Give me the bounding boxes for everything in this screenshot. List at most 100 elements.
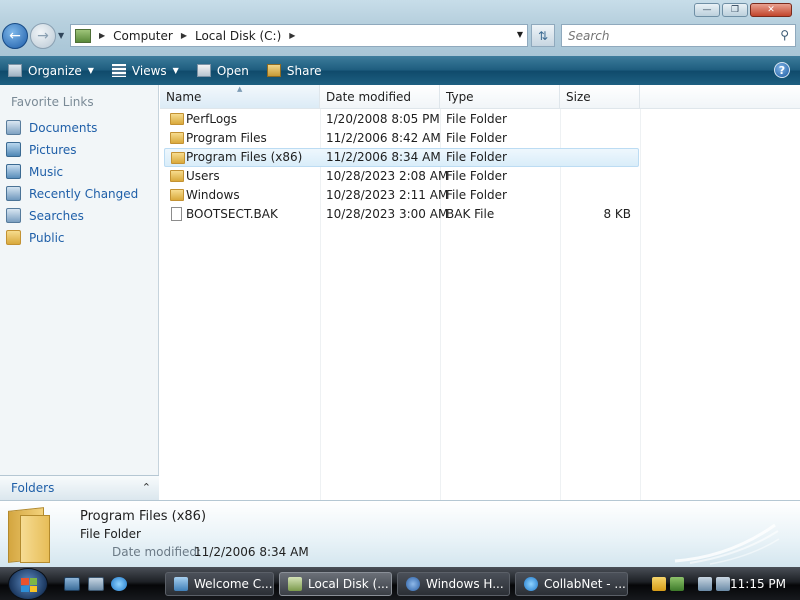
folders-toggle[interactable]: Folders ⌃ (0, 475, 159, 500)
taskbar-clock[interactable]: 11:15 PM (730, 577, 786, 591)
column-header-name[interactable]: Name ▲ (160, 85, 320, 109)
breadcrumb-chevron-icon[interactable]: ▶ (99, 31, 105, 40)
nav-link-label: Recently Changed (29, 186, 139, 201)
back-button[interactable]: ← (2, 23, 28, 49)
taskbar-item-local-disk[interactable]: Local Disk (... (279, 572, 392, 596)
open-icon (196, 64, 211, 77)
nav-link-recently-changed[interactable]: Recently Changed (6, 186, 138, 201)
address-bar-area: — ❐ ✕ ← → ▼ ▶ Computer ▶ Local Disk (C:)… (0, 0, 800, 56)
volume-muted-icon[interactable] (716, 577, 730, 591)
drive-icon (288, 577, 302, 591)
nav-link-searches[interactable]: Searches (6, 208, 84, 223)
organize-label: Organize (28, 63, 82, 78)
nav-link-music[interactable]: Music (6, 164, 63, 179)
folder-icon (171, 152, 185, 164)
file-type: File Folder (446, 112, 507, 126)
chevron-down-icon: ▼ (87, 66, 94, 75)
file-row[interactable]: Program Files 11/2/2006 8:42 AM File Fol… (164, 129, 639, 148)
show-desktop-icon[interactable] (64, 577, 80, 591)
file-row[interactable]: PerfLogs 1/20/2008 8:05 PM File Folder (164, 110, 639, 129)
details-date-label: Date modified: (112, 545, 202, 559)
organize-button[interactable]: Organize ▼ (8, 64, 94, 78)
minimize-button[interactable]: — (694, 3, 720, 17)
file-type: BAK File (446, 207, 495, 221)
search-icon[interactable]: ⚲ (780, 28, 789, 42)
switch-windows-icon[interactable] (88, 577, 104, 591)
file-row[interactable]: BOOTSECT.BAK 10/28/2023 3:00 AM BAK File… (164, 205, 639, 224)
file-name: Program Files (186, 131, 267, 145)
file-row[interactable]: Users 10/28/2023 2:08 AM File Folder (164, 167, 639, 186)
search-input[interactable] (562, 25, 767, 46)
nav-link-label: Pictures (29, 142, 77, 157)
views-label: Views (131, 63, 167, 78)
open-button[interactable]: Open (196, 64, 249, 78)
column-header-size[interactable]: Size (560, 85, 640, 109)
address-dropdown-icon[interactable]: ▼ (517, 30, 523, 39)
folder-icon (170, 189, 184, 201)
file-date: 10/28/2023 3:00 AM (326, 207, 449, 221)
column-header-type[interactable]: Type (440, 85, 560, 109)
file-type: File Folder (446, 131, 507, 145)
breadcrumb-computer[interactable]: Computer (113, 29, 173, 43)
details-name: Program Files (x86) (80, 509, 207, 524)
recently-changed-icon (6, 186, 21, 201)
internet-explorer-icon[interactable] (111, 577, 127, 591)
folder-icon (170, 113, 184, 125)
music-icon (6, 164, 21, 179)
views-button[interactable]: Views ▼ (111, 63, 179, 78)
navigation-pane: Favorite Links Documents Pictures Music … (0, 85, 159, 500)
details-date-value: 11/2/2006 8:34 AM (194, 545, 309, 559)
large-folder-icon (8, 507, 50, 563)
windows-logo-icon (21, 578, 37, 592)
breadcrumb-chevron-icon[interactable]: ▶ (181, 31, 187, 40)
taskbar-item-windows-help[interactable]: Windows H... (397, 572, 510, 596)
start-button[interactable] (8, 568, 48, 600)
organize-icon (8, 64, 22, 77)
decorative-swoosh (674, 523, 780, 565)
display-icon[interactable] (698, 577, 712, 591)
refresh-button[interactable]: ⇅ (531, 24, 555, 47)
nav-link-pictures[interactable]: Pictures (6, 142, 77, 157)
nav-link-label: Music (29, 164, 64, 179)
breadcrumb-local-disk[interactable]: Local Disk (C:) (195, 29, 281, 43)
file-date: 1/20/2008 8:05 PM (326, 112, 440, 126)
file-name: PerfLogs (186, 112, 238, 126)
computer-icon (75, 28, 91, 43)
column-header-label: Name (166, 89, 202, 104)
network-status-icon[interactable] (670, 577, 684, 591)
close-button[interactable]: ✕ (750, 3, 792, 17)
share-label: Share (286, 63, 322, 78)
window-controls: — ❐ ✕ (694, 3, 792, 17)
chevron-down-icon: ▼ (172, 66, 179, 75)
search-box[interactable]: ⚲ (561, 24, 796, 47)
maximize-button[interactable]: ❐ (722, 3, 748, 17)
file-row-selected[interactable]: Program Files (x86) 11/2/2006 8:34 AM Fi… (164, 148, 639, 167)
help-button[interactable]: ? (774, 62, 790, 78)
file-row[interactable]: Windows 10/28/2023 2:11 AM File Folder (164, 186, 639, 205)
recent-pages-dropdown[interactable]: ▼ (58, 31, 64, 40)
nav-link-documents[interactable]: Documents (6, 120, 97, 135)
taskbar-item-collabnet[interactable]: CollabNet - ... (515, 572, 628, 596)
column-header-date-modified[interactable]: Date modified (320, 85, 440, 109)
pictures-icon (6, 142, 21, 157)
nav-link-public[interactable]: Public (6, 230, 65, 245)
security-shield-icon[interactable] (652, 577, 666, 591)
address-box[interactable]: ▶ Computer ▶ Local Disk (C:) ▶ ▼ (70, 24, 528, 47)
views-icon (111, 64, 126, 77)
taskbar-item-welcome[interactable]: Welcome C... (165, 572, 274, 596)
folder-icon (170, 132, 184, 144)
public-folder-icon (6, 230, 21, 245)
breadcrumb-chevron-icon[interactable]: ▶ (289, 31, 295, 40)
folder-icon (170, 170, 184, 182)
share-icon (266, 64, 281, 77)
folders-label: Folders (11, 481, 55, 495)
taskbar-item-label: Windows H... (426, 577, 504, 591)
column-header-label: Type (446, 89, 474, 104)
file-date: 11/2/2006 8:34 AM (326, 150, 441, 164)
file-name: Users (186, 169, 220, 183)
share-button[interactable]: Share (266, 63, 322, 78)
forward-button[interactable]: → (30, 23, 56, 49)
file-name: Program Files (x86) (186, 150, 303, 164)
file-name: Windows (186, 188, 240, 202)
chevron-up-icon: ⌃ (141, 481, 151, 494)
